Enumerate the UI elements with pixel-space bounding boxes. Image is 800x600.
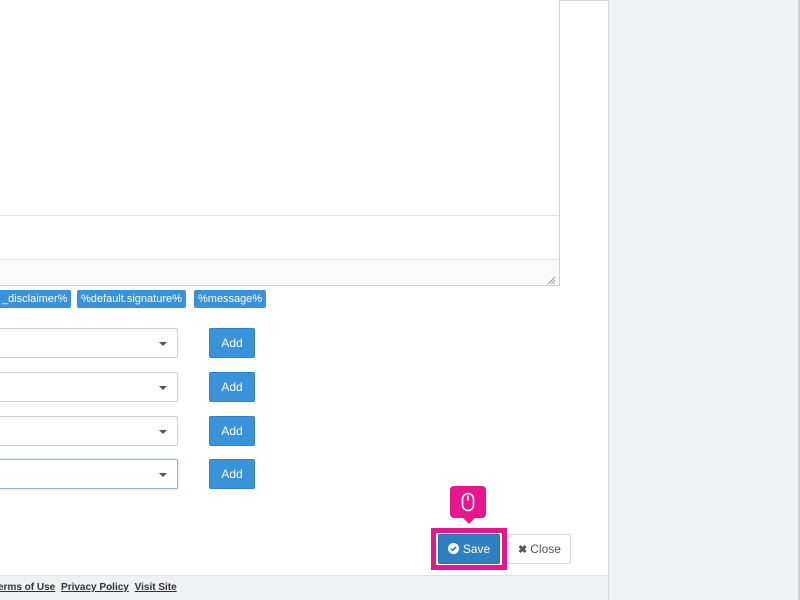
close-icon: ✖	[518, 544, 528, 556]
resize-grip-icon[interactable]	[546, 272, 556, 285]
check-circle-icon	[447, 543, 459, 554]
recipient-select-4[interactable]	[0, 459, 178, 489]
add-button-4[interactable]: Add	[209, 459, 255, 489]
right-sidebar	[608, 0, 800, 600]
recipient-select-1[interactable]	[0, 328, 178, 358]
close-button[interactable]: ✖ Close	[508, 534, 571, 564]
caret-down-icon	[159, 473, 167, 477]
save-label: Save	[462, 542, 491, 556]
caret-down-icon	[159, 386, 167, 390]
caret-down-icon	[159, 430, 167, 434]
click-indicator	[450, 486, 486, 524]
privacy-link[interactable]: Privacy Policy	[61, 582, 129, 593]
recipient-select-2[interactable]	[0, 372, 178, 402]
editor-body[interactable]	[0, 0, 559, 213]
add-button-2[interactable]: Add	[209, 372, 255, 402]
message-editor[interactable]	[0, 0, 560, 286]
placeholder-tag[interactable]: %default.signature%	[77, 290, 186, 308]
save-button[interactable]: Save	[438, 534, 500, 564]
add-button-1[interactable]: Add	[209, 328, 255, 358]
visit-site-link[interactable]: Visit Site	[135, 582, 177, 593]
placeholder-tag[interactable]: _disclaimer%	[0, 290, 72, 308]
placeholder-tag[interactable]: %message%	[194, 290, 267, 308]
close-label: Close	[530, 542, 561, 556]
footer-links: erms of Use Privacy Policy Visit Site	[0, 582, 180, 593]
recipient-select-3[interactable]	[0, 416, 178, 446]
editor-statusbar	[0, 259, 559, 285]
mouse-icon	[461, 492, 475, 512]
add-button-3[interactable]: Add	[209, 416, 255, 446]
page-footer: erms of Use Privacy Policy Visit Site	[0, 575, 608, 600]
terms-link[interactable]: erms of Use	[0, 582, 55, 593]
editor-footer	[0, 215, 559, 259]
caret-down-icon	[159, 342, 167, 346]
